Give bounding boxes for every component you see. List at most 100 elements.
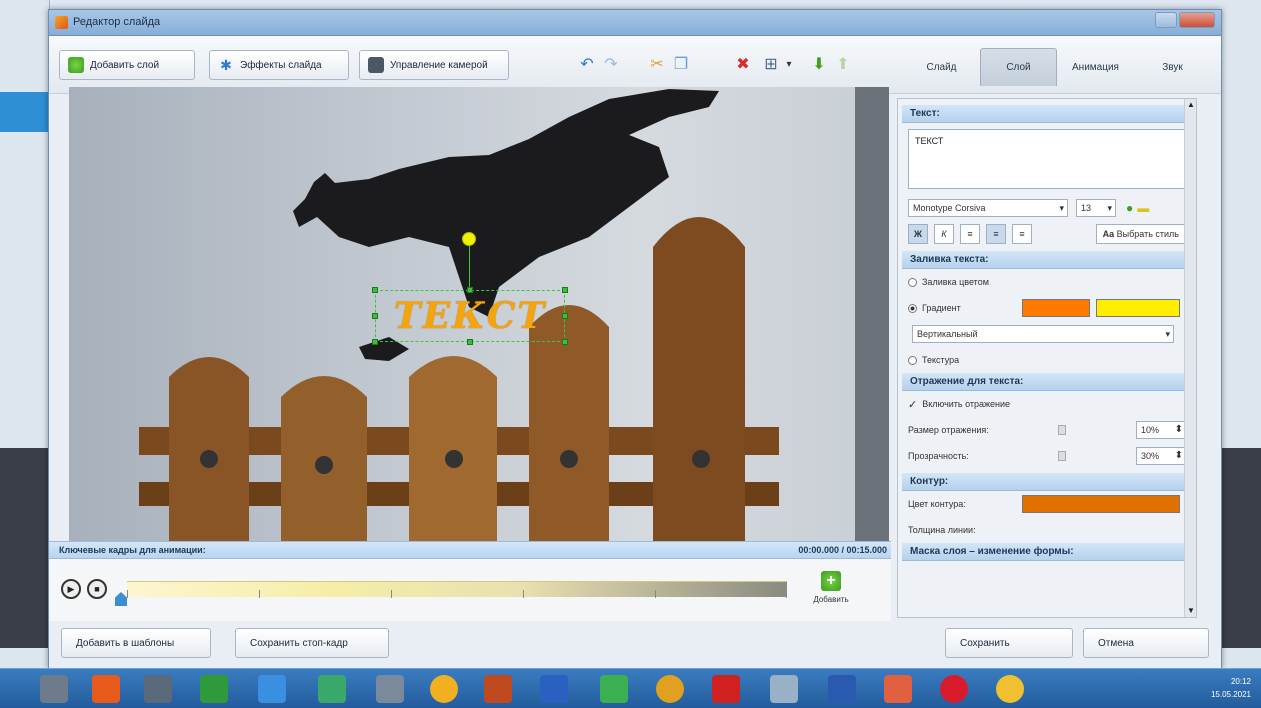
fill-solid-radio[interactable] (908, 277, 917, 287)
align-left-icon[interactable]: ≡ (960, 224, 980, 244)
resize-handle-br[interactable] (562, 339, 568, 345)
panel-scrollbar[interactable]: ▲ ▼ (1184, 99, 1196, 617)
app-icon (55, 16, 68, 29)
save-label: Сохранить (960, 637, 1010, 649)
highlight-color-icon[interactable]: ▬ (1137, 201, 1149, 215)
stop-button[interactable]: ■ (87, 579, 107, 599)
transparency-slider[interactable] (1058, 451, 1066, 461)
move-down-icon[interactable]: ⬇ (809, 55, 829, 75)
taskbar-app-icon[interactable] (318, 675, 346, 703)
slide-editor-dialog: Редактор слайда Добавить слой ✱ Эффекты … (48, 9, 1222, 669)
text-color-icon[interactable]: ● (1126, 201, 1133, 215)
taskbar-app-icon[interactable] (200, 675, 228, 703)
undo-icon[interactable]: ↶ (577, 55, 597, 75)
gradient-start-swatch[interactable] (1022, 299, 1090, 317)
scroll-up-icon[interactable]: ▲ (1185, 99, 1196, 111)
outline-width-row: Толщина линии: (898, 517, 1196, 543)
slide-effects-button[interactable]: ✱ Эффекты слайда (209, 50, 349, 80)
taskbar-app-icon[interactable] (770, 675, 798, 703)
tab-sound[interactable]: Звук (1134, 48, 1211, 86)
taskbar-app-icon[interactable] (40, 675, 68, 703)
choose-style-label: Выбрать стиль (1116, 229, 1179, 239)
resize-handle-tl[interactable] (372, 287, 378, 293)
save-frame-button[interactable]: Сохранить стоп-кадр (235, 628, 389, 658)
slide-preview[interactable]: ТЕКСТ (69, 87, 889, 541)
gradient-end-swatch[interactable] (1096, 299, 1180, 317)
choose-style-button[interactable]: Aa Выбрать стиль (1095, 224, 1186, 244)
camera-control-button[interactable]: Управление камерой (359, 50, 509, 80)
system-tray: 20:12 15.05.2021 (1211, 675, 1251, 701)
taskbar-app-icon[interactable] (430, 675, 458, 703)
text-section-header: Текст: (902, 105, 1192, 123)
browser-icon[interactable] (258, 675, 286, 703)
save-button[interactable]: Сохранить (945, 628, 1073, 658)
taskbar-app-icon[interactable] (600, 675, 628, 703)
taskbar-app-icon[interactable] (92, 675, 120, 703)
taskbar-app-icon[interactable] (144, 675, 172, 703)
fill-section-header: Заливка текста: (902, 251, 1192, 269)
add-layer-button[interactable]: Добавить слой (59, 50, 195, 80)
resize-handle-left[interactable] (372, 313, 378, 319)
move-up-icon[interactable]: ⬆ (833, 55, 853, 75)
taskbar-app-icon[interactable] (996, 675, 1024, 703)
mask-section-header: Маска слоя – изменение формы: (902, 543, 1192, 561)
checkbox-checked-icon[interactable]: ✓ (908, 398, 917, 411)
taskbar-app-icon[interactable] (376, 675, 404, 703)
transparency-input[interactable]: 30% (1136, 447, 1186, 465)
reflection-size-input[interactable]: 10% (1136, 421, 1186, 439)
taskbar-app-icon[interactable] (884, 675, 912, 703)
play-button[interactable]: ▶ (61, 579, 81, 599)
window-controls (1155, 12, 1215, 28)
outline-color-swatch[interactable] (1022, 495, 1180, 513)
taskbar-app-icon[interactable] (484, 675, 512, 703)
tab-slide[interactable]: Слайд (903, 48, 980, 86)
text-layer-selected[interactable]: ТЕКСТ (375, 290, 565, 342)
add-to-templates-button[interactable]: Добавить в шаблоны (61, 628, 211, 658)
delete-icon[interactable]: ✖ (733, 55, 753, 75)
align-icon[interactable]: ⊞ (761, 55, 781, 75)
timeline-track[interactable] (127, 581, 787, 598)
close-button[interactable] (1179, 12, 1215, 28)
tab-layer[interactable]: Слой (980, 48, 1057, 86)
slide-effects-label: Эффекты слайда (240, 59, 322, 71)
fill-gradient-row[interactable]: Градиент (898, 295, 1196, 321)
opera-icon[interactable] (940, 675, 968, 703)
font-size-select[interactable]: 13 (1076, 199, 1116, 217)
resize-handle-bottom[interactable] (467, 339, 473, 345)
keyframe-marker[interactable] (115, 592, 127, 606)
resize-handle-bl[interactable] (372, 339, 378, 345)
scroll-down-icon[interactable]: ▼ (1185, 605, 1196, 617)
word-icon[interactable] (828, 675, 856, 703)
copy-icon[interactable]: ❐ (671, 55, 691, 75)
align-dropdown-icon[interactable]: ▾ (779, 55, 799, 75)
text-input[interactable]: ТЕКСТ (908, 129, 1186, 189)
redo-icon[interactable]: ↷ (601, 55, 621, 75)
fill-texture-row[interactable]: Текстура (898, 347, 1196, 373)
fill-gradient-radio[interactable] (908, 303, 917, 313)
rotation-line (469, 239, 470, 290)
resize-handle-top[interactable] (467, 287, 473, 293)
fill-texture-radio[interactable] (908, 355, 917, 365)
italic-button[interactable]: К (934, 224, 954, 244)
align-right-icon[interactable]: ≡ (1012, 224, 1032, 244)
add-keyframe-button[interactable]: + Добавить (801, 571, 861, 604)
font-select[interactable]: Monotype Corsiva (908, 199, 1068, 217)
resize-handle-tr[interactable] (562, 287, 568, 293)
chrome-icon[interactable] (656, 675, 684, 703)
reflection-enable-row[interactable]: ✓ Включить отражение (898, 391, 1196, 417)
rotation-handle[interactable] (462, 232, 476, 246)
reflection-size-slider[interactable] (1058, 425, 1066, 435)
minimize-button[interactable] (1155, 12, 1177, 28)
bold-button[interactable]: Ж (908, 224, 928, 244)
gradient-direction-select[interactable]: Вертикальный (912, 325, 1174, 343)
tick (786, 590, 787, 598)
fence-plank-5 (653, 217, 745, 541)
pdf-icon[interactable] (712, 675, 740, 703)
cancel-button[interactable]: Отмена (1083, 628, 1209, 658)
fill-solid-row[interactable]: Заливка цветом (898, 269, 1196, 295)
align-center-icon[interactable]: ≡ (986, 224, 1006, 244)
tab-animation[interactable]: Анимация (1057, 48, 1134, 86)
cut-icon[interactable]: ✂ (647, 55, 667, 75)
taskbar-app-icon[interactable] (540, 675, 568, 703)
resize-handle-right[interactable] (562, 313, 568, 319)
